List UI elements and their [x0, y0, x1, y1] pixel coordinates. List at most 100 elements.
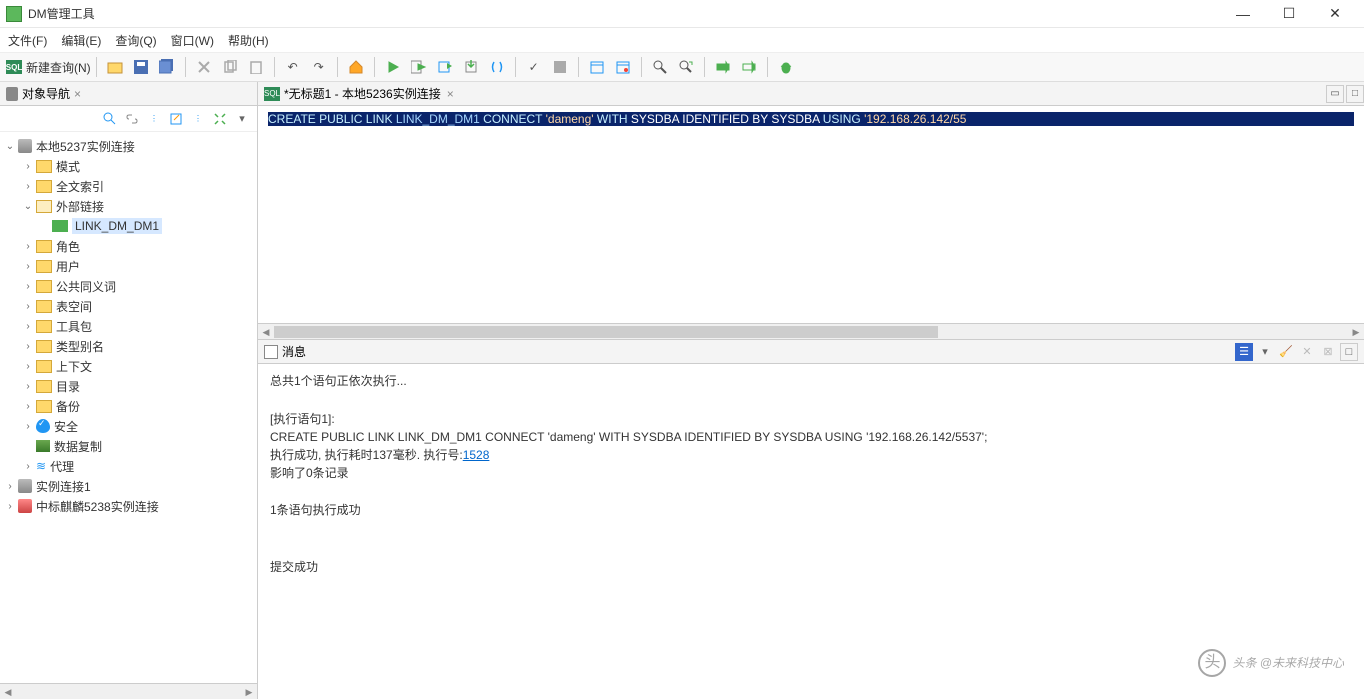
sidebar-tab-close-icon[interactable]: ×	[74, 87, 81, 101]
expand-icon[interactable]	[211, 110, 229, 128]
tree-node-fulltext[interactable]: ›全文索引	[0, 176, 257, 196]
menu-query[interactable]: 查询(Q)	[115, 32, 156, 49]
new-query-button[interactable]: SQL 新建查询(N)	[6, 59, 91, 76]
tree-node-replication[interactable]: 数据复制	[0, 436, 257, 456]
tree-node-directory[interactable]: ›目录	[0, 376, 257, 396]
find-replace-icon[interactable]	[675, 56, 697, 78]
find-icon[interactable]	[649, 56, 671, 78]
msg-line: 总共1个语句正依次执行...	[270, 372, 1352, 390]
export-icon[interactable]	[460, 56, 482, 78]
tree-node-security[interactable]: ›安全	[0, 416, 257, 436]
execute-script-icon[interactable]	[408, 56, 430, 78]
undo-icon[interactable]: ↶	[282, 56, 304, 78]
connection-icon	[18, 499, 32, 513]
maximize-pane-icon[interactable]: □	[1346, 85, 1364, 103]
minimize-button[interactable]: —	[1220, 0, 1266, 27]
maximize-button[interactable]: ☐	[1266, 0, 1312, 27]
tree-node-toolkit[interactable]: ›工具包	[0, 316, 257, 336]
menu-dropdown-icon[interactable]: ▾	[233, 110, 251, 128]
dblink-icon	[52, 220, 68, 232]
cut-icon[interactable]	[193, 56, 215, 78]
open-icon[interactable]	[104, 56, 126, 78]
menu-file[interactable]: 文件(F)	[8, 32, 47, 49]
titlebar: DM管理工具 — ☐ ✕	[0, 0, 1364, 28]
tree-node-link-dm-dm1[interactable]: LINK_DM_DM1	[0, 216, 257, 236]
toggle1-icon[interactable]	[712, 56, 734, 78]
messages-tab-label[interactable]: 消息	[282, 343, 306, 360]
menu-window[interactable]: 窗口(W)	[171, 32, 214, 49]
exec-id-link[interactable]: 1528	[463, 448, 490, 462]
execute-icon[interactable]	[382, 56, 404, 78]
msg-x2-icon[interactable]: ⊠	[1319, 343, 1337, 361]
brackets-icon[interactable]	[486, 56, 508, 78]
tree-root[interactable]: ⌄本地5237实例连接	[0, 136, 257, 156]
sql-editor[interactable]: CREATE PUBLIC LINK LINK_DM_DM1 CONNECT '…	[258, 106, 1364, 323]
sql-tab-icon: SQL	[264, 87, 280, 101]
sidebar-hscroll[interactable]: ◀▶	[0, 683, 257, 699]
bug-icon[interactable]	[775, 56, 797, 78]
filter-icon[interactable]	[101, 110, 119, 128]
save-all-icon[interactable]	[156, 56, 178, 78]
msg-line: 提交成功	[270, 558, 1352, 576]
app-icon	[6, 6, 22, 22]
tree-node-user[interactable]: ›用户	[0, 256, 257, 276]
menu-help[interactable]: 帮助(H)	[228, 32, 269, 49]
app-title: DM管理工具	[28, 5, 1220, 22]
editor-hscroll[interactable]: ◀▶	[258, 323, 1364, 339]
save-icon[interactable]	[130, 56, 152, 78]
main-area: 对象导航 × ⋮ ⋮ ▾ ⌄本地5237实例连接 ›模式 ›全文索引 ⌄外部链接…	[0, 82, 1364, 699]
tree-node-external-links[interactable]: ⌄外部链接	[0, 196, 257, 216]
editor-tabrow: SQL *无标题1 - 本地5236实例连接 × ▭ □	[258, 82, 1364, 106]
messages-output[interactable]: 总共1个语句正依次执行... [执行语句1]: CREATE PUBLIC LI…	[258, 364, 1364, 699]
tree-node-context[interactable]: ›上下文	[0, 356, 257, 376]
link-icon[interactable]	[123, 110, 141, 128]
tree-node-role[interactable]: ›角色	[0, 236, 257, 256]
stop-icon[interactable]	[549, 56, 571, 78]
sql-editor-pane: CREATE PUBLIC LINK LINK_DM_DM1 CONNECT '…	[258, 106, 1364, 340]
copy-icon[interactable]	[219, 56, 241, 78]
minimize-pane-icon[interactable]: ▭	[1326, 85, 1344, 103]
home-icon[interactable]	[345, 56, 367, 78]
check-icon[interactable]: ✓	[523, 56, 545, 78]
agent-icon: ≋	[36, 459, 46, 473]
tree-conn2[interactable]: ›实例连接1	[0, 476, 257, 496]
sidebar-tab-label: 对象导航	[22, 85, 70, 102]
msg-line: 执行成功, 执行耗时137毫秒. 执行号:1528	[270, 446, 1352, 464]
shield-icon	[36, 419, 50, 433]
msg-x1-icon[interactable]: ✕	[1298, 343, 1316, 361]
new-query-label: 新建查询(N)	[26, 59, 91, 76]
calendar1-icon[interactable]	[586, 56, 608, 78]
editor-tab-close-icon[interactable]: ×	[447, 87, 454, 101]
toggle2-icon[interactable]	[738, 56, 760, 78]
menu-edit[interactable]: 编辑(E)	[61, 32, 101, 49]
connection-icon	[18, 479, 32, 493]
separator: ⋮	[189, 110, 207, 128]
tree-node-tablespace[interactable]: ›表空间	[0, 296, 257, 316]
msg-clear-icon[interactable]: 🧹	[1277, 343, 1295, 361]
sidebar-toolbar: ⋮ ⋮ ▾	[0, 106, 257, 132]
msg-line: 1条语句执行成功	[270, 501, 1352, 519]
tree-node-typealias[interactable]: ›类型别名	[0, 336, 257, 356]
sidebar-tab[interactable]: 对象导航 ×	[0, 82, 257, 106]
object-tree[interactable]: ⌄本地5237实例连接 ›模式 ›全文索引 ⌄外部链接 LINK_DM_DM1 …	[0, 132, 257, 683]
tree-node-backup[interactable]: ›备份	[0, 396, 257, 416]
calendar2-icon[interactable]	[612, 56, 634, 78]
tree-conn3[interactable]: ›中标麒麟5238实例连接	[0, 496, 257, 516]
redo-icon[interactable]: ↷	[308, 56, 330, 78]
msg-line: [执行语句1]:	[270, 410, 1352, 428]
msg-line: CREATE PUBLIC LINK LINK_DM_DM1 CONNECT '…	[270, 428, 1352, 446]
tree-node-synonym[interactable]: ›公共同义词	[0, 276, 257, 296]
msg-filter-icon[interactable]: ☰	[1235, 343, 1253, 361]
paste-icon[interactable]	[245, 56, 267, 78]
close-button[interactable]: ✕	[1312, 0, 1358, 27]
tree-node-agent[interactable]: ›≋代理	[0, 456, 257, 476]
step-over-icon[interactable]	[434, 56, 456, 78]
edit-icon[interactable]	[167, 110, 185, 128]
messages-tabrow: 消息 ☰ ▾ 🧹 ✕ ⊠ □	[258, 340, 1364, 364]
msg-dropdown-icon[interactable]: ▾	[1256, 343, 1274, 361]
editor-tab-label[interactable]: *无标题1 - 本地5236实例连接	[284, 85, 441, 102]
msg-max-icon[interactable]: □	[1340, 343, 1358, 361]
tree-node-schema[interactable]: ›模式	[0, 156, 257, 176]
main-toolbar: SQL 新建查询(N) ↶ ↷ ✓	[0, 52, 1364, 82]
connection-icon	[18, 139, 32, 153]
